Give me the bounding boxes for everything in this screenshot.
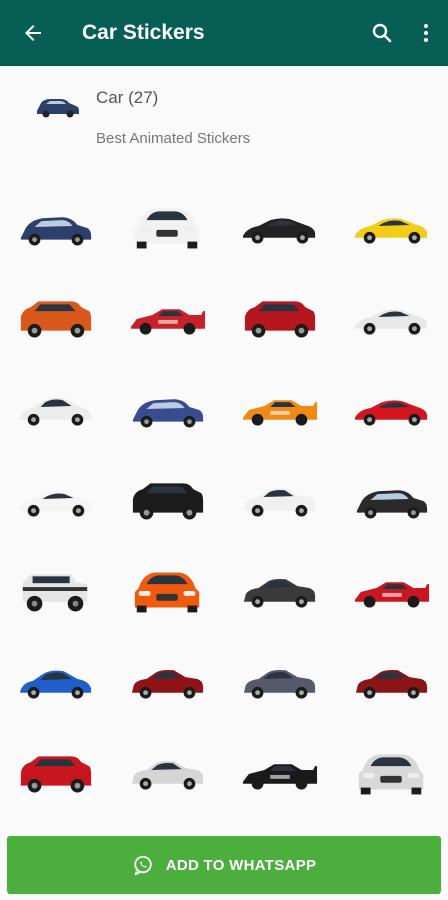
car-sticker-icon [20, 300, 92, 337]
car-sticker-icon [134, 207, 200, 248]
sticker-item[interactable] [112, 271, 224, 362]
back-arrow-icon [25, 25, 41, 41]
sticker-item[interactable] [0, 635, 112, 726]
car-sticker-icon [132, 398, 204, 427]
overflow-menu-button[interactable] [404, 0, 448, 66]
pack-publisher: Best Animated Stickers [96, 130, 251, 147]
car-sticker-icon [22, 573, 88, 611]
sticker-item[interactable] [112, 544, 224, 635]
search-icon [372, 23, 392, 43]
sticker-item[interactable] [0, 726, 112, 817]
sticker-item[interactable] [0, 453, 112, 544]
sticker-item[interactable] [224, 544, 336, 635]
sticker-item[interactable] [0, 180, 112, 271]
car-sticker-icon [356, 489, 428, 518]
car-sticker-icon [242, 763, 318, 790]
sticker-item[interactable] [112, 180, 224, 271]
sticker-item[interactable] [224, 362, 336, 453]
whatsapp-icon [133, 855, 152, 876]
car-sticker-icon [134, 571, 200, 612]
sticker-item[interactable] [112, 453, 224, 544]
car-sticker-icon [243, 669, 316, 699]
tray-car-icon [37, 99, 79, 118]
back-button[interactable] [0, 0, 66, 66]
sticker-item[interactable] [336, 726, 448, 817]
app-bar: Car Stickers [0, 0, 448, 66]
car-sticker-icon [354, 581, 430, 608]
car-sticker-icon [242, 217, 316, 244]
car-sticker-icon [355, 669, 428, 699]
car-sticker-icon [20, 216, 92, 245]
sticker-item[interactable] [112, 635, 224, 726]
sticker-item[interactable] [224, 271, 336, 362]
car-sticker-icon [19, 670, 92, 699]
pack-header: Car (27) Best Animated Stickers [0, 66, 448, 166]
car-sticker-icon [131, 669, 204, 699]
sticker-item[interactable] [336, 453, 448, 544]
car-sticker-icon [18, 490, 92, 517]
add-to-whatsapp-label: ADD TO WHATSAPP [165, 856, 317, 874]
car-sticker-icon [132, 482, 204, 519]
sticker-item[interactable] [224, 726, 336, 817]
add-to-whatsapp-button[interactable]: ADD TO WHATSAPP [7, 836, 441, 894]
sticker-item[interactable] [0, 362, 112, 453]
sticker-item[interactable] [224, 453, 336, 544]
car-sticker-icon [354, 217, 428, 244]
sticker-item[interactable] [336, 362, 448, 453]
car-sticker-icon [20, 755, 92, 792]
car-sticker-icon [243, 578, 316, 608]
sticker-item[interactable] [112, 726, 224, 817]
pack-name: Car (27) [96, 88, 159, 107]
car-sticker-icon [354, 399, 428, 426]
car-sticker-icon [358, 753, 424, 794]
car-sticker-icon [244, 300, 316, 337]
sticker-item[interactable] [336, 544, 448, 635]
sticker-item[interactable] [224, 635, 336, 726]
search-button[interactable] [360, 0, 404, 66]
more-vert-icon [424, 24, 428, 42]
car-sticker-icon [130, 308, 206, 335]
sticker-item[interactable] [336, 635, 448, 726]
car-sticker-icon [243, 487, 316, 517]
car-sticker-icon [354, 308, 428, 335]
sticker-grid [0, 180, 448, 817]
page-title: Car Stickers [82, 21, 205, 44]
car-sticker-icon [242, 399, 318, 426]
sticker-item[interactable] [224, 180, 336, 271]
sticker-item[interactable] [0, 271, 112, 362]
sticker-item[interactable] [0, 544, 112, 635]
car-sticker-icon [19, 397, 92, 426]
sticker-item[interactable] [336, 180, 448, 271]
sticker-item[interactable] [112, 362, 224, 453]
car-sticker-icon [131, 760, 204, 790]
sticker-item[interactable] [336, 271, 448, 362]
